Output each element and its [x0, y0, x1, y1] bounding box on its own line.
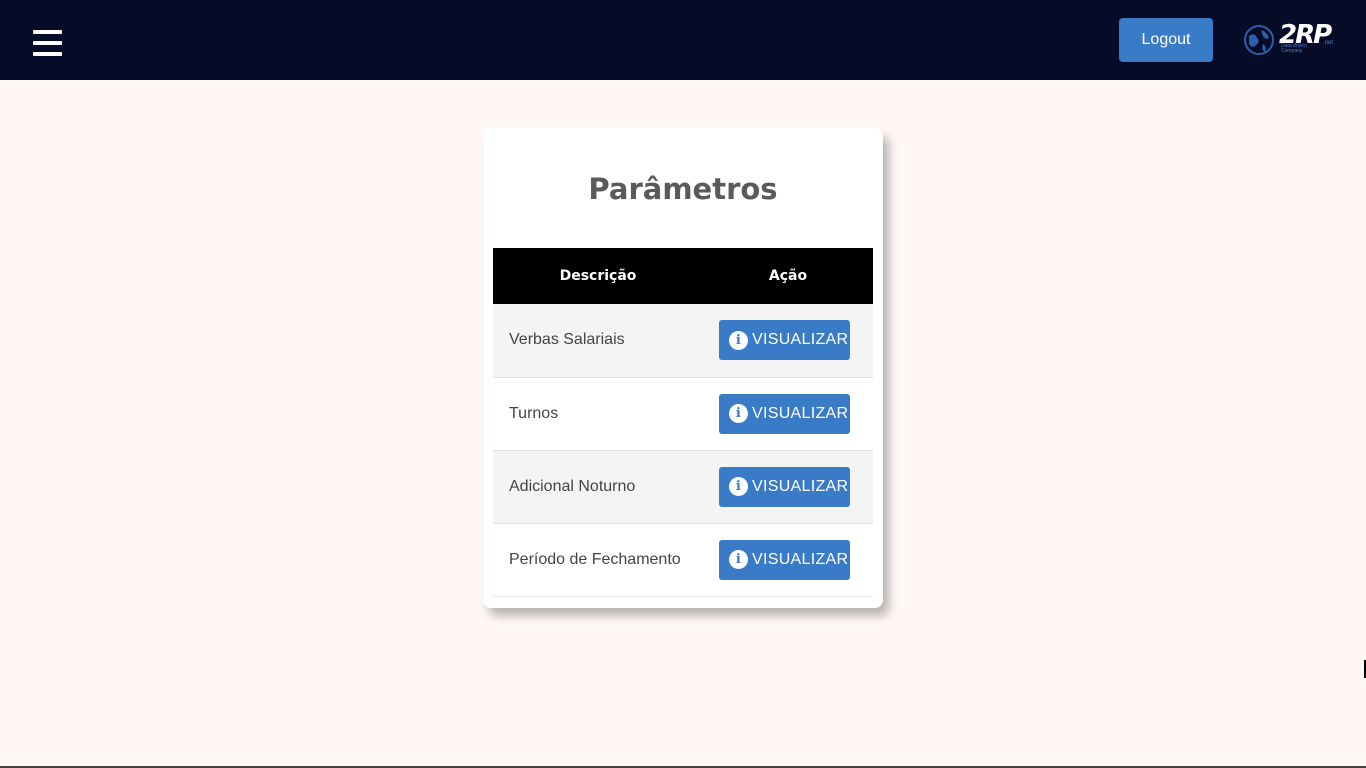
view-button-label: VISUALIZAR	[752, 404, 849, 422]
table-row: Adicional Noturno i VISUALIZAR	[493, 450, 873, 524]
info-icon: i	[729, 330, 748, 350]
column-header-action: Ação	[768, 268, 808, 284]
view-button[interactable]: i VISUALIZAR	[719, 539, 850, 580]
table-row: Período de Fechamento i VISUALIZAR	[493, 523, 873, 597]
row-action-cell: i VISUALIZAR	[703, 304, 873, 378]
menu-bar	[33, 30, 62, 34]
table-header-row: Descrição Ação	[493, 248, 873, 304]
parameters-table: Descrição Ação Verbas Salariais i VISUAL…	[493, 248, 873, 597]
row-description: Período de Fechamento	[493, 523, 703, 597]
view-button-label: VISUALIZAR	[752, 331, 849, 349]
info-icon: i	[729, 477, 748, 496]
row-action-cell: i VISUALIZAR	[703, 450, 873, 524]
logo-tagline: Data-driven Company	[1281, 43, 1307, 54]
brand-logo[interactable]: 2RP Data-driven Company .net	[1243, 20, 1337, 58]
row-action-cell: i VISUALIZAR	[703, 523, 873, 597]
view-button[interactable]: i VISUALIZAR	[719, 320, 850, 361]
column-header-description: Descrição	[559, 268, 637, 284]
view-button-label: VISUALIZAR	[752, 550, 849, 568]
row-action-cell: i VISUALIZAR	[703, 377, 873, 451]
parameters-card: Parâmetros Descrição Ação Verbas Salaria…	[483, 128, 883, 608]
logo-suffix: .net	[1323, 40, 1334, 46]
top-navbar: Logout 2RP Data-driven Company .net	[0, 0, 1366, 80]
globe-icon	[1244, 25, 1274, 55]
row-description: Verbas Salariais	[493, 304, 703, 378]
menu-bar	[33, 52, 62, 56]
page-title: Parâmetros	[588, 172, 778, 206]
hamburger-menu-icon[interactable]	[33, 30, 63, 58]
menu-bar	[33, 41, 62, 45]
table-row: Turnos i VISUALIZAR	[493, 377, 873, 451]
view-button[interactable]: i VISUALIZAR	[719, 393, 850, 434]
row-description: Adicional Noturno	[493, 450, 703, 524]
logout-button[interactable]: Logout	[1119, 18, 1213, 62]
table-row: Verbas Salariais i VISUALIZAR	[493, 304, 873, 378]
info-icon: i	[729, 404, 748, 423]
row-description: Turnos	[493, 377, 703, 451]
view-button[interactable]: i VISUALIZAR	[719, 466, 850, 507]
info-icon: i	[729, 550, 748, 569]
view-button-label: VISUALIZAR	[752, 477, 849, 495]
